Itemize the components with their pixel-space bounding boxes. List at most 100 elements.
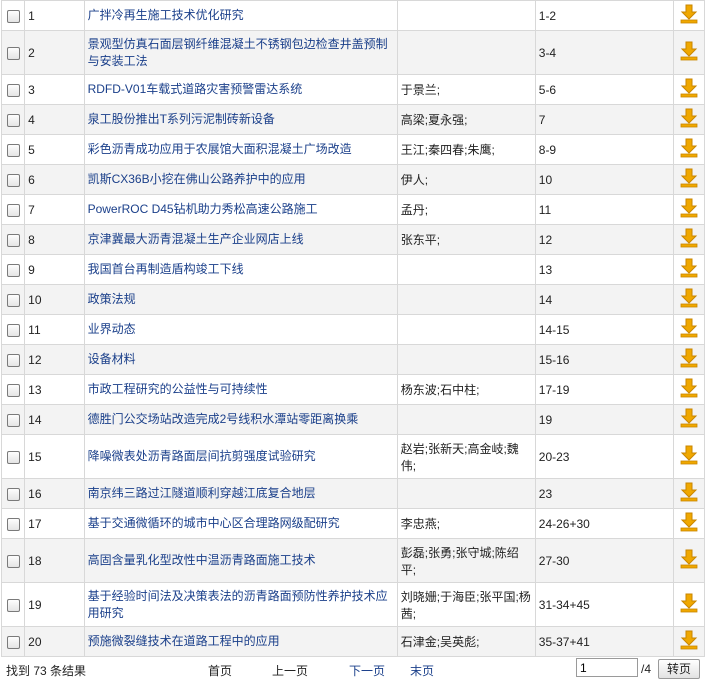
row-pages: 13 (534, 254, 674, 285)
download-icon[interactable] (680, 630, 698, 653)
download-icon[interactable] (680, 168, 698, 191)
row-checkbox[interactable] (6, 173, 20, 187)
row-checkbox-cell (0, 374, 26, 405)
article-title-link[interactable]: 凯斯CX36B小挖在佛山公路养护中的应用 (88, 172, 306, 186)
article-title-link[interactable]: 预施微裂缝技术在道路工程中的应用 (88, 634, 280, 648)
download-icon[interactable] (680, 408, 698, 431)
table-row: 1 广拌冷再生施工技术优化研究 1-2 (0, 0, 706, 31)
row-checkbox-cell (0, 434, 26, 479)
table-row: 17 基于交通微循环的城市中心区合理路网级配研究 李忠燕; 24-26+30 (0, 508, 706, 539)
row-checkbox[interactable] (6, 487, 20, 501)
article-title-link[interactable]: 降噪微表处沥青路面层间抗剪强度试验研究 (88, 449, 316, 463)
row-download-cell (672, 74, 706, 105)
article-title-link[interactable]: 设备材料 (88, 352, 136, 366)
row-checkbox[interactable] (6, 323, 20, 337)
row-download-cell (672, 194, 706, 225)
article-title-link[interactable]: 高固含量乳化型改性中温沥青路面施工技术 (88, 553, 316, 567)
row-checkbox[interactable] (6, 113, 20, 127)
table-row: 18 高固含量乳化型改性中温沥青路面施工技术 彭磊;张勇;张守城;陈绍平; 27-30 (0, 538, 706, 583)
article-title-link[interactable]: 市政工程研究的公益性与可持续性 (88, 382, 268, 396)
article-title-link[interactable]: PowerROC D45钻机助力秀松高速公路施工 (88, 202, 318, 216)
download-icon[interactable] (680, 4, 698, 27)
article-title-link[interactable]: 南京纬三路过江隧道顺利穿越江底复合地层 (88, 486, 316, 500)
row-checkbox[interactable] (6, 635, 20, 649)
download-icon[interactable] (680, 512, 698, 535)
row-title-cell: 高固含量乳化型改性中温沥青路面施工技术 (83, 538, 398, 583)
row-checkbox[interactable] (6, 413, 20, 427)
row-pages: 23 (534, 478, 674, 509)
download-icon[interactable] (680, 78, 698, 101)
row-authors: 杨东波;石中柱; (396, 374, 536, 405)
download-icon[interactable] (680, 288, 698, 311)
row-checkbox[interactable] (6, 143, 20, 157)
row-download-cell (672, 224, 706, 255)
download-icon[interactable] (680, 258, 698, 281)
row-checkbox[interactable] (6, 353, 20, 367)
row-download-cell (672, 374, 706, 405)
row-pages: 15-16 (534, 344, 674, 375)
article-title-link[interactable]: 我国首台再制造盾构竣工下线 (88, 262, 244, 276)
row-checkbox-cell (0, 164, 26, 195)
row-checkbox[interactable] (6, 203, 20, 217)
download-icon[interactable] (680, 549, 698, 572)
article-title-link[interactable]: 德胜门公交场站改造完成2号线积水潭站零距离换乘 (88, 412, 359, 426)
prev-page-link[interactable]: 上一页 (272, 662, 308, 679)
row-download-cell (672, 344, 706, 375)
table-row: 16 南京纬三路过江隧道顺利穿越江底复合地层 23 (0, 478, 706, 509)
article-title-link[interactable]: RDFD-V01车载式道路灾害预警雷达系统 (88, 82, 303, 96)
row-pages: 14 (534, 284, 674, 315)
download-icon[interactable] (680, 41, 698, 64)
row-checkbox[interactable] (6, 83, 20, 97)
row-download-cell (672, 314, 706, 345)
article-title-link[interactable]: 京津冀最大沥青混凝土生产企业网店上线 (88, 232, 304, 246)
row-checkbox-cell (0, 344, 26, 375)
download-icon[interactable] (680, 318, 698, 341)
article-title-link[interactable]: 基于经验时间法及决策表法的沥青路面预防性养护技术应用研究 (88, 589, 388, 620)
row-title-cell: 我国首台再制造盾构竣工下线 (83, 254, 398, 285)
download-icon[interactable] (680, 445, 698, 468)
row-number: 9 (24, 254, 85, 285)
article-title-link[interactable]: 泉工股份推出T系列污泥制砖新设备 (88, 112, 275, 126)
table-row: 15 降噪微表处沥青路面层间抗剪强度试验研究 赵岩;张新天;高金岐;魏伟; 20-23 (0, 434, 706, 479)
row-checkbox-cell (0, 74, 26, 105)
first-page-link[interactable]: 首页 (208, 662, 232, 679)
article-title-link[interactable]: 彩色沥青成功应用于农展馆大面积混凝土广场改造 (88, 142, 352, 156)
article-title-link[interactable]: 基于交通微循环的城市中心区合理路网级配研究 (88, 516, 340, 530)
article-title-link[interactable]: 业界动态 (88, 322, 136, 336)
last-page-link[interactable]: 末页 (410, 662, 434, 679)
row-checkbox[interactable] (6, 383, 20, 397)
download-icon[interactable] (680, 198, 698, 221)
row-checkbox[interactable] (6, 46, 20, 60)
row-title-cell: 凯斯CX36B小挖在佛山公路养护中的应用 (83, 164, 398, 195)
row-checkbox[interactable] (6, 554, 20, 568)
row-title-cell: 彩色沥青成功应用于农展馆大面积混凝土广场改造 (83, 134, 398, 165)
row-checkbox[interactable] (6, 9, 20, 23)
page-number-input[interactable] (576, 658, 638, 677)
row-authors: 王江;秦四春;朱鹰; (396, 134, 536, 165)
download-icon[interactable] (680, 593, 698, 616)
article-title-link[interactable]: 广拌冷再生施工技术优化研究 (88, 8, 244, 22)
download-icon[interactable] (680, 228, 698, 251)
row-pages: 3-4 (534, 30, 674, 75)
row-checkbox[interactable] (6, 263, 20, 277)
row-checkbox[interactable] (6, 233, 20, 247)
go-to-page-button[interactable]: 转页 (658, 659, 700, 679)
download-icon[interactable] (680, 348, 698, 371)
row-number: 12 (24, 344, 85, 375)
article-title-link[interactable]: 景观型仿真石面层钢纤维混凝土不锈钢包边检查井盖预制与安装工法 (88, 37, 388, 68)
row-checkbox[interactable] (6, 598, 20, 612)
row-number: 1 (24, 0, 85, 31)
row-pages: 20-23 (534, 434, 674, 479)
article-title-link[interactable]: 政策法规 (88, 292, 136, 306)
download-icon[interactable] (680, 482, 698, 505)
row-authors: 石津金;吴英彪; (396, 626, 536, 657)
row-checkbox[interactable] (6, 517, 20, 531)
row-download-cell (672, 508, 706, 539)
download-icon[interactable] (680, 378, 698, 401)
row-checkbox[interactable] (6, 450, 20, 464)
download-icon[interactable] (680, 108, 698, 131)
row-checkbox[interactable] (6, 293, 20, 307)
row-download-cell (672, 254, 706, 285)
download-icon[interactable] (680, 138, 698, 161)
next-page-link[interactable]: 下一页 (349, 662, 385, 679)
